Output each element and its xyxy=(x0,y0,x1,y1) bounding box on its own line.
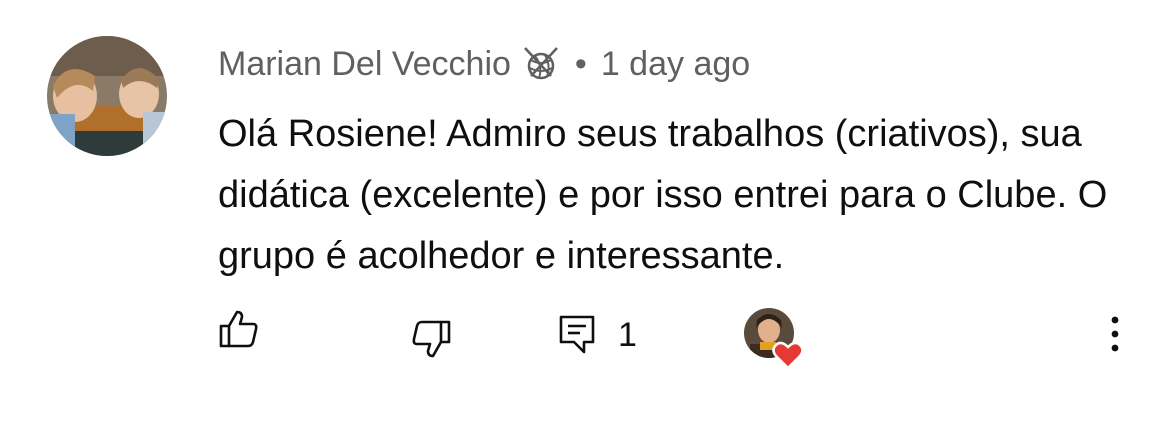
comment-timestamp[interactable]: 1 day ago xyxy=(601,45,750,84)
comment-header: Marian Del Vecchio • 1 day ago xyxy=(218,40,750,88)
yarn-ball-icon xyxy=(521,44,561,84)
reply-button[interactable]: 1 xyxy=(558,314,637,356)
commenter-avatar[interactable] xyxy=(47,36,167,156)
author-name[interactable]: Marian Del Vecchio xyxy=(218,45,511,84)
separator-dot: • xyxy=(574,44,587,83)
dislike-button[interactable] xyxy=(410,318,452,360)
creator-heart xyxy=(744,308,806,370)
thumbs-up-icon xyxy=(219,310,258,348)
like-button[interactable] xyxy=(218,308,260,350)
thumbs-down-icon xyxy=(412,320,451,358)
reply-count: 1 xyxy=(618,315,637,354)
comment-reply-icon xyxy=(559,315,595,354)
vertical-ellipsis-icon xyxy=(1111,316,1119,352)
comment-action-bar: 1 xyxy=(0,300,1170,370)
more-options-button[interactable] xyxy=(1102,314,1128,354)
comment-text: Olá Rosiene! Admiro seus trabalhos (cria… xyxy=(218,113,1108,277)
commenter-avatar-photo xyxy=(47,36,167,156)
heart-icon xyxy=(772,341,804,370)
